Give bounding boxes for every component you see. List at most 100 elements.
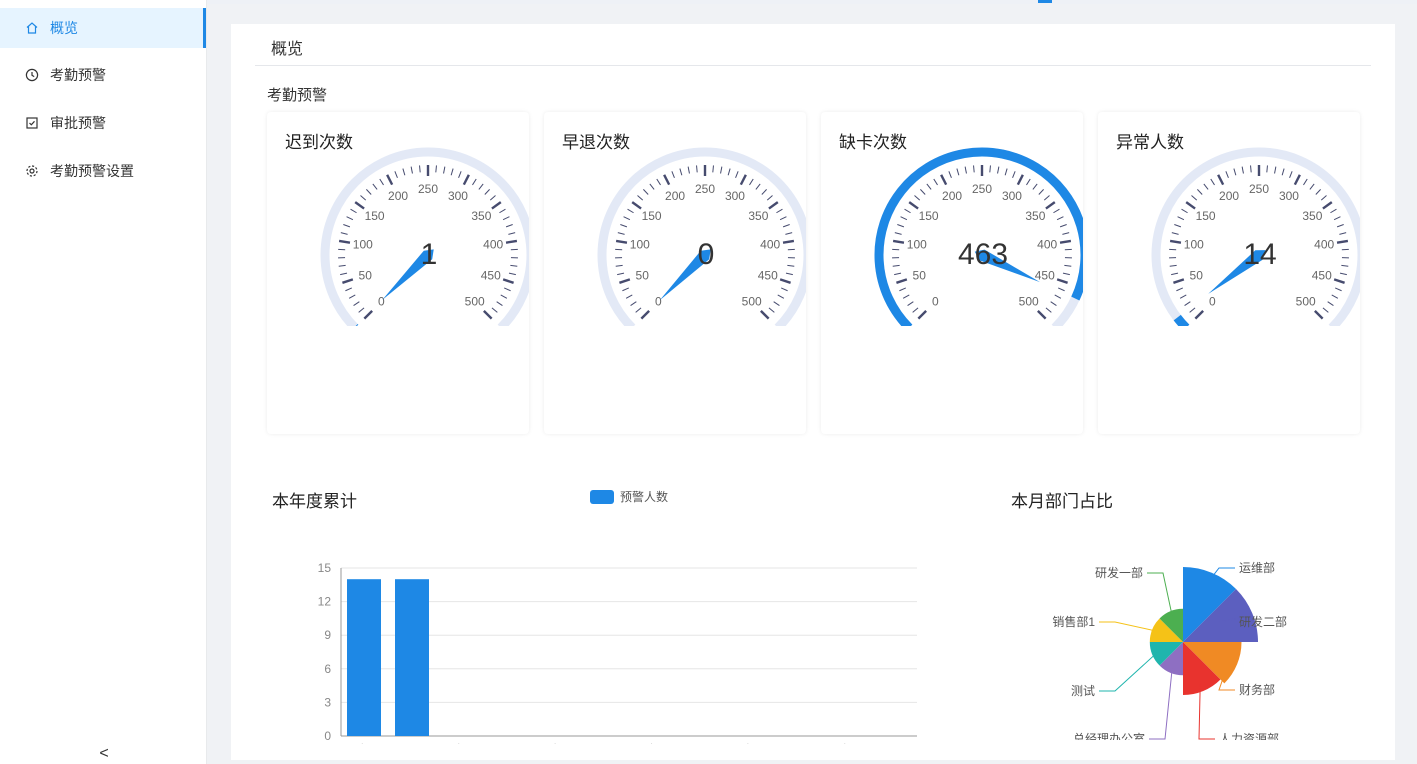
gauge-minor-tick	[340, 232, 348, 235]
collapse-sidebar-button[interactable]: <	[96, 744, 112, 764]
gauge-minor-tick	[489, 195, 496, 201]
gauge-scale-label: 250	[972, 182, 992, 196]
gauge-minor-tick	[340, 272, 348, 276]
gauge-minor-tick	[496, 301, 503, 307]
gauge-major-tick	[640, 310, 650, 320]
gauge-minor-tick	[1322, 307, 1329, 313]
y-tick-label: 3	[324, 695, 331, 709]
gauge-minor-tick	[1233, 168, 1237, 176]
gauge-scale-label: 250	[418, 182, 438, 196]
gauge-minor-tick	[779, 216, 787, 221]
gauge-minor-tick	[773, 301, 780, 307]
gauge-minor-tick	[766, 195, 773, 201]
gauge-scale-label: 450	[758, 268, 778, 282]
gauge-minor-tick	[649, 183, 655, 190]
gauge-minor-tick	[964, 166, 967, 174]
gauge-major-tick	[940, 174, 948, 186]
gauge-scale-label: 350	[1025, 209, 1045, 223]
gauge-scale-label: 150	[1196, 209, 1216, 223]
gauge-scale-label: 250	[695, 182, 715, 196]
gauge-minor-tick	[643, 189, 649, 195]
gauge-minor-tick	[1331, 294, 1339, 299]
gauge-minor-tick	[1176, 287, 1184, 292]
clock-icon	[24, 67, 40, 83]
gauge-minor-tick	[443, 166, 446, 174]
gauge-minor-tick	[435, 165, 437, 173]
gauge-scale-label: 400	[1314, 238, 1334, 252]
gauge-major-tick	[462, 174, 470, 186]
gauge-minor-tick	[1004, 168, 1008, 176]
gauge-scale-label: 400	[1037, 238, 1057, 252]
gauge-minor-tick	[348, 294, 356, 299]
sidebar-item-attendance-alert[interactable]: 考勤预警	[0, 55, 206, 95]
gauge-major-tick	[631, 201, 642, 210]
sidebar-item-overview[interactable]: 概览	[0, 8, 206, 48]
gauge-minor-tick	[948, 171, 952, 179]
gauge-major-tick	[363, 310, 373, 320]
gauge-scale-label: 500	[1019, 295, 1039, 309]
gauge-minor-tick	[1026, 178, 1031, 186]
sidebar-item-label: 审批预警	[50, 115, 106, 131]
pie-chart-title: 本月部门占比	[1011, 492, 1113, 511]
pie-label: 测试	[1071, 683, 1095, 698]
gauge-minor-tick	[1281, 168, 1285, 176]
gauge-major-tick	[908, 201, 919, 210]
pie-label: 研发一部	[1095, 565, 1143, 580]
sidebar-item-label: 概览	[50, 20, 78, 36]
gauge-minor-tick	[1174, 224, 1182, 228]
gauge-major-tick	[1056, 278, 1068, 284]
y-tick-label: 0	[324, 729, 331, 743]
gauge-major-tick	[760, 310, 770, 320]
gauge-scale-label: 350	[748, 209, 768, 223]
y-tick-label: 9	[324, 628, 331, 642]
y-tick-label: 12	[318, 595, 332, 609]
pie-label: 人力资源部	[1219, 731, 1279, 740]
x-tick-label: 2023年03月	[428, 743, 492, 744]
gauge-minor-tick	[350, 208, 357, 214]
gauge-minor-tick	[478, 183, 484, 190]
gauge-major-tick	[1217, 174, 1225, 186]
gauge-minor-tick	[712, 165, 714, 173]
top-bar-indicator	[1038, 0, 1052, 3]
gauge-minor-tick	[503, 287, 511, 292]
gauge-minor-tick	[907, 301, 914, 307]
gauge-scale-label: 100	[907, 238, 927, 252]
gauge-minor-tick	[1303, 178, 1308, 186]
gauge-minor-tick	[720, 166, 723, 174]
sidebar-item-label: 考勤预警	[50, 67, 106, 83]
gauge-scale-label: 50	[1190, 268, 1204, 282]
bar-chart-legend[interactable]: 预警人数	[590, 488, 668, 505]
gauge-early-leave: 0 50 100 150200 250 300350 400 450 500 0	[597, 147, 806, 326]
gauge-major-tick	[896, 278, 908, 284]
gauge-scale-label: 100	[1184, 238, 1204, 252]
legend-label: 预警人数	[620, 490, 669, 504]
gauge-value: 1	[421, 238, 438, 271]
gauge-minor-tick	[1203, 183, 1209, 190]
gauge-minor-tick	[1225, 171, 1229, 179]
gauge-minor-tick	[1050, 301, 1057, 307]
gauge-minor-tick	[920, 189, 926, 195]
gauge-minor-tick	[1210, 178, 1215, 186]
gauge-minor-tick	[900, 216, 908, 221]
gauge-scale-label: 0	[655, 295, 662, 309]
gauge-minor-tick	[1330, 208, 1337, 214]
gauge-major-tick	[338, 239, 351, 244]
gauge-minor-tick	[1336, 224, 1344, 228]
gauge-major-tick	[779, 278, 791, 284]
gauge-minor-tick	[1191, 195, 1198, 201]
gauge-major-tick	[663, 174, 671, 186]
sidebar-item-alert-settings[interactable]: 考勤预警设置	[0, 151, 206, 191]
x-tick-label: 2023年01月	[332, 743, 396, 744]
gauge-minor-tick	[394, 171, 398, 179]
legend-swatch	[590, 489, 614, 504]
gauge-major-tick	[1045, 201, 1056, 210]
gauge-major-tick	[354, 201, 365, 210]
gauge-late: 0 50 100 150200 250 300350 400 450 500 1	[320, 147, 529, 326]
gauge-scale-label: 500	[742, 295, 762, 309]
gauge-major-tick	[386, 174, 394, 186]
sidebar-item-approval-alert[interactable]: 审批预警	[0, 103, 206, 143]
gauge-abnormal-people: 0 50 100 150200 250 300350 400 450 500 14	[1151, 147, 1360, 326]
gauge-minor-tick	[622, 287, 630, 292]
bar-chart: 0 3 6 9 12 15 2023年01月 2023年03月 2023年05月 2023年07月…	[318, 561, 917, 744]
gauge-scale-label: 0	[378, 295, 385, 309]
